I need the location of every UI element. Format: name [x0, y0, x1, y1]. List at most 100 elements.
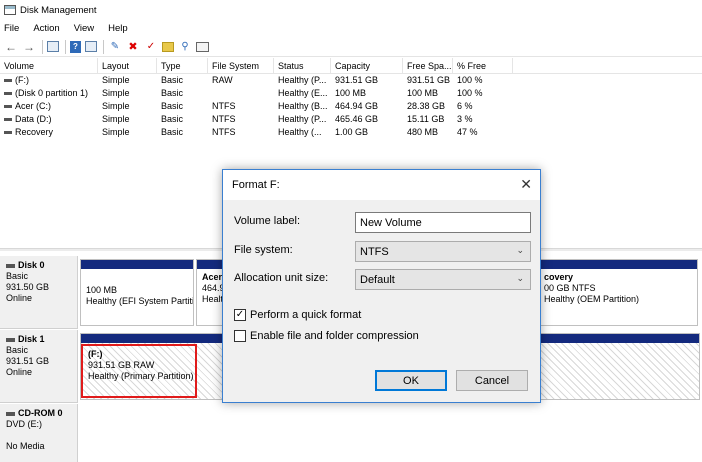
- table-row[interactable]: Data (D:) Simple Basic NTFS Healthy (P..…: [0, 113, 702, 126]
- menu-help[interactable]: Help: [108, 23, 128, 34]
- type-cell: Basic: [161, 114, 184, 124]
- volume-label-input[interactable]: [355, 212, 531, 233]
- dialog-title: Format F:: [232, 179, 280, 191]
- file-system-cell: NTFS: [212, 127, 236, 137]
- compression-checkbox[interactable]: [234, 330, 246, 342]
- allocation-unit-size-value: Default: [360, 273, 395, 286]
- partition-recovery-status: Healthy (OEM Partition): [544, 294, 640, 304]
- disk-0-label[interactable]: Disk 0 Basic 931.50 GB Online: [0, 256, 78, 329]
- window-title: Disk Management: [20, 4, 97, 16]
- connect-icon[interactable]: ✎: [108, 40, 122, 54]
- partition-acer-name: Acer: [202, 272, 223, 282]
- check-icon[interactable]: ✓: [144, 40, 158, 54]
- status-cell: Healthy (E...: [278, 88, 328, 98]
- disk-1-name: Disk 1: [6, 334, 77, 345]
- compression-label: Enable file and folder compression: [250, 330, 419, 342]
- allocation-unit-size-label: Allocation unit size:: [234, 272, 329, 284]
- column-header-volume[interactable]: Volume: [0, 58, 98, 73]
- file-system-cell: RAW: [212, 75, 233, 85]
- volume-label-label: Volume label:: [234, 215, 301, 227]
- volume-icon: [4, 105, 12, 108]
- help-icon[interactable]: ?: [70, 40, 81, 53]
- partition-recovery-name: covery: [544, 272, 574, 282]
- toolbar-separator: [42, 39, 43, 54]
- allocation-unit-size-select[interactable]: Default ⌄: [355, 269, 531, 290]
- volume-icon: [4, 131, 12, 134]
- column-header-percent-free[interactable]: % Free: [453, 58, 513, 73]
- partition-f-status: Healthy (Primary Partition): [88, 371, 194, 381]
- volume-name: (Disk 0 partition 1): [15, 88, 89, 98]
- volume-cell: Data (D:): [0, 113, 98, 126]
- disk-management-app-icon: [4, 5, 16, 15]
- column-header-layout[interactable]: Layout: [98, 58, 157, 73]
- disk-0-name: Disk 0: [6, 260, 77, 271]
- quick-format-option[interactable]: ✓ Perform a quick format: [234, 309, 361, 321]
- column-header-free-space[interactable]: Free Spa...: [403, 58, 453, 73]
- disk-list-icon[interactable]: [85, 41, 97, 52]
- cdrom-0-name: CD-ROM 0: [6, 408, 77, 419]
- percent-free-cell: 3 %: [457, 114, 473, 124]
- cdrom-0-type: DVD (E:): [6, 419, 42, 429]
- partition-recovery[interactable]: covery 00 GB NTFS Healthy (OEM Partition…: [538, 259, 698, 326]
- partition-efi[interactable]: 100 MB Healthy (EFI System Partiti: [80, 259, 194, 326]
- quick-format-checkbox[interactable]: ✓: [234, 309, 246, 321]
- free-space-cell: 100 MB: [407, 88, 439, 98]
- volume-name: (F:): [15, 75, 29, 85]
- volume-name: Recovery: [15, 127, 54, 137]
- dialog-body: Volume label: File system: NTFS ⌄ Alloca…: [223, 200, 540, 402]
- title-bar: Disk Management: [0, 0, 702, 20]
- partition-acer-status: Healt: [202, 294, 224, 304]
- capacity-cell: 465.46 GB: [335, 114, 379, 124]
- properties-icon[interactable]: [196, 41, 209, 52]
- cdrom-0-title: CD-ROM 0: [18, 408, 63, 418]
- delete-icon[interactable]: ✖: [126, 40, 140, 54]
- column-header-status[interactable]: Status: [274, 58, 331, 73]
- status-cell: Healthy (P...: [278, 75, 327, 85]
- type-cell: Basic: [161, 101, 184, 111]
- file-system-select[interactable]: NTFS ⌄: [355, 241, 531, 262]
- disk-icon: [6, 263, 15, 268]
- table-row[interactable]: (Disk 0 partition 1) Simple Basic Health…: [0, 87, 702, 100]
- search-icon[interactable]: ⚲: [178, 40, 192, 54]
- back-arrow-icon[interactable]: ←: [4, 40, 18, 54]
- table-row[interactable]: Acer (C:) Simple Basic NTFS Healthy (B..…: [0, 100, 702, 113]
- free-space-cell: 480 MB: [407, 127, 439, 137]
- volume-cell: (Disk 0 partition 1): [0, 87, 98, 100]
- disk-0-type: Basic: [6, 271, 29, 281]
- disk-1-title: Disk 1: [18, 334, 45, 344]
- column-header-type[interactable]: Type: [157, 58, 208, 73]
- percent-free-cell: 47 %: [457, 127, 478, 137]
- partition-band: [197, 260, 225, 269]
- menu-view[interactable]: View: [74, 23, 94, 34]
- menu-file[interactable]: File: [4, 23, 19, 34]
- volume-list-header: Volume Layout Type File System Status Ca…: [0, 58, 702, 74]
- disk-icon: [6, 337, 15, 342]
- partition-f[interactable]: (F:) 931.51 GB RAW Healthy (Primary Part…: [81, 344, 197, 398]
- menu-action[interactable]: Action: [33, 23, 59, 34]
- file-system-value: NTFS: [360, 245, 389, 258]
- free-space-cell: 15.11 GB: [407, 114, 445, 124]
- disk-1-type: Basic: [6, 345, 29, 355]
- chevron-down-icon: ⌄: [516, 245, 524, 255]
- layout-cell: Simple: [102, 88, 130, 98]
- table-row[interactable]: Recovery Simple Basic NTFS Healthy (... …: [0, 126, 702, 139]
- cancel-button[interactable]: Cancel: [456, 370, 528, 391]
- cdrom-0-label[interactable]: CD-ROM 0 DVD (E:) No Media: [0, 404, 78, 462]
- disk-1-label[interactable]: Disk 1 Basic 931.51 GB Online: [0, 330, 78, 403]
- forward-arrow-icon[interactable]: →: [22, 40, 36, 54]
- column-header-capacity[interactable]: Capacity: [331, 58, 403, 73]
- disk-0-status: Online: [6, 293, 33, 303]
- layout-cell: Simple: [102, 75, 130, 85]
- ok-button[interactable]: OK: [375, 370, 447, 391]
- column-header-file-system[interactable]: File System: [208, 58, 274, 73]
- compression-option[interactable]: Enable file and folder compression: [234, 330, 419, 342]
- new-folder-icon[interactable]: [162, 41, 174, 52]
- partition-band: [539, 260, 697, 269]
- layout-cell: Simple: [102, 127, 130, 137]
- disk-1-status: Online: [6, 367, 33, 377]
- close-icon[interactable]: ✕: [520, 176, 532, 193]
- layout-cell: Simple: [102, 114, 130, 124]
- table-row[interactable]: (F:) Simple Basic RAW Healthy (P... 931.…: [0, 74, 702, 87]
- file-system-cell: NTFS: [212, 114, 236, 124]
- console-tree-icon[interactable]: [47, 41, 59, 52]
